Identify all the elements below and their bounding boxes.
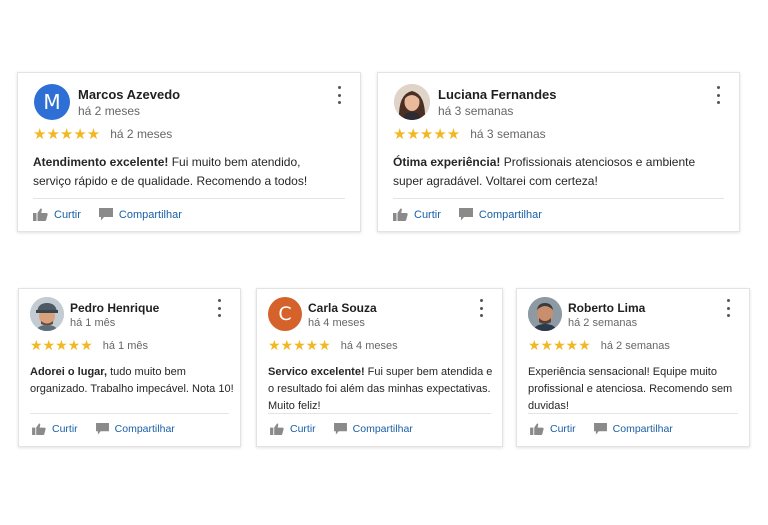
avatar[interactable]: C <box>268 297 302 331</box>
comment-icon <box>95 423 109 435</box>
avatar[interactable]: M <box>34 84 70 120</box>
comment-icon <box>458 208 473 221</box>
comment-icon <box>593 423 607 435</box>
comment-icon <box>98 208 113 221</box>
review-time: há 1 mês <box>70 317 116 329</box>
more-options-icon[interactable] <box>212 299 226 317</box>
share-label: Compartilhar <box>478 208 542 221</box>
rating: ★★★★★ há 2 semanas <box>528 337 670 354</box>
review-actions: Curtir Compartilhar <box>530 423 673 435</box>
share-button[interactable]: Compartilhar <box>95 423 175 435</box>
star-rating: ★★★★★ <box>393 126 461 143</box>
more-options-icon[interactable] <box>711 86 725 104</box>
review-highlight: Servico excelente! <box>268 366 365 378</box>
divider <box>268 413 491 414</box>
review-card: Pedro Henrique há 1 mês ★★★★★ há 1 mês A… <box>18 288 241 447</box>
share-label: Compartilhar <box>118 208 182 221</box>
review-time: há 3 semanas <box>438 104 514 118</box>
like-label: Curtir <box>54 208 81 221</box>
divider <box>33 198 345 199</box>
reviewer-name[interactable]: Pedro Henrique <box>70 301 159 315</box>
thumbs-up-icon <box>530 423 544 435</box>
share-button[interactable]: Compartilhar <box>333 423 413 435</box>
review-card: Luciana Fernandes há 3 semanas ★★★★★ há … <box>377 72 740 232</box>
rating-date: há 2 semanas <box>600 339 670 352</box>
star-rating: ★★★★★ <box>528 337 591 353</box>
man-cap-portrait-icon[interactable] <box>30 297 64 331</box>
reviewer-name[interactable]: Luciana Fernandes <box>438 87 556 102</box>
star-rating: ★★★★★ <box>268 337 331 353</box>
rating-date: há 2 meses <box>110 127 173 141</box>
rating-date: há 4 meses <box>340 339 398 352</box>
reviewer-name[interactable]: Marcos Azevedo <box>78 87 180 102</box>
share-label: Compartilhar <box>352 423 413 435</box>
rating: ★★★★★ há 4 meses <box>268 337 398 354</box>
rating-date: há 3 semanas <box>470 127 546 141</box>
divider <box>30 413 229 414</box>
rating: ★★★★★ há 1 mês <box>30 337 148 354</box>
like-button[interactable]: Curtir <box>270 423 316 435</box>
reviewer-name[interactable]: Roberto Lima <box>568 301 645 315</box>
review-card: Roberto Lima há 2 semanas ★★★★★ há 2 sem… <box>516 288 750 447</box>
star-rating: ★★★★★ <box>33 126 101 143</box>
rating: ★★★★★ há 2 meses <box>33 125 172 143</box>
review-actions: Curtir Compartilhar <box>33 208 182 221</box>
more-options-icon[interactable] <box>332 86 346 104</box>
like-label: Curtir <box>414 208 441 221</box>
review-card: M Marcos Azevedo há 2 meses ★★★★★ há 2 m… <box>17 72 361 232</box>
share-label: Compartilhar <box>114 423 175 435</box>
review-card: C Carla Souza há 4 meses ★★★★★ há 4 mese… <box>256 288 503 447</box>
share-label: Compartilhar <box>612 423 673 435</box>
review-highlight: Ótima experiência! <box>393 155 501 169</box>
review-text: Servico excelente! Fui super bem atendid… <box>268 364 493 415</box>
share-button[interactable]: Compartilhar <box>98 208 182 221</box>
review-body: Experiência sensacional! Equipe muito pr… <box>528 366 733 413</box>
rating: ★★★★★ há 3 semanas <box>393 125 546 143</box>
divider <box>393 198 724 199</box>
thumbs-up-icon <box>32 423 46 435</box>
comment-icon <box>333 423 347 435</box>
like-button[interactable]: Curtir <box>393 208 441 221</box>
review-highlight: Adorei o lugar, <box>30 366 108 378</box>
more-options-icon[interactable] <box>474 299 488 317</box>
review-highlight: Atendimento excelente! <box>33 155 169 169</box>
share-button[interactable]: Compartilhar <box>458 208 542 221</box>
review-time: há 2 semanas <box>568 317 638 329</box>
thumbs-up-icon <box>270 423 284 435</box>
review-actions: Curtir Compartilhar <box>270 423 413 435</box>
reviewer-name[interactable]: Carla Souza <box>308 301 377 315</box>
review-text: Atendimento excelente! Fui muito bem ate… <box>33 153 333 190</box>
review-time: há 2 meses <box>78 104 141 118</box>
review-text: Experiência sensacional! Equipe muito pr… <box>528 364 733 415</box>
man-portrait-icon[interactable] <box>528 297 562 331</box>
review-actions: Curtir Compartilhar <box>393 208 542 221</box>
review-actions: Curtir Compartilhar <box>32 423 175 435</box>
like-button[interactable]: Curtir <box>530 423 576 435</box>
thumbs-up-icon <box>33 208 48 221</box>
more-options-icon[interactable] <box>721 299 735 317</box>
like-label: Curtir <box>52 423 78 435</box>
woman-portrait-icon[interactable] <box>394 84 430 120</box>
like-label: Curtir <box>290 423 316 435</box>
share-button[interactable]: Compartilhar <box>593 423 673 435</box>
thumbs-up-icon <box>393 208 408 221</box>
like-button[interactable]: Curtir <box>32 423 78 435</box>
review-text: Adorei o lugar, tudo muito bem organizad… <box>30 364 235 398</box>
divider <box>528 413 738 414</box>
review-time: há 4 meses <box>308 317 365 329</box>
star-rating: ★★★★★ <box>30 337 93 353</box>
like-label: Curtir <box>550 423 576 435</box>
rating-date: há 1 mês <box>102 339 149 352</box>
review-text: Ótima experiência! Profissionais atencio… <box>393 153 723 190</box>
like-button[interactable]: Curtir <box>33 208 81 221</box>
